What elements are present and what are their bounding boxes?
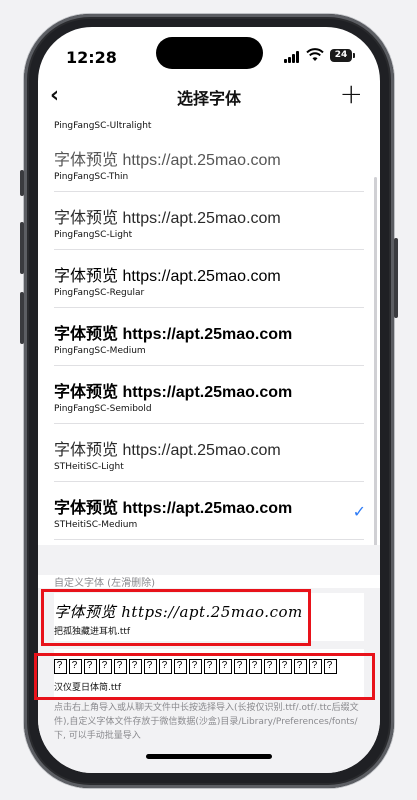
mute-switch	[20, 170, 24, 196]
font-list: 字体预览 https://apt.25mao.com PingFangSC-Thi…	[38, 134, 380, 540]
font-preview-text: 字体预览 https://apt.25mao.com	[54, 326, 293, 343]
font-name: PingFangSC-Medium	[54, 346, 146, 356]
font-row[interactable]: 字体预览 https://apt.25mao.com PingFangSC-Med…	[54, 308, 364, 366]
font-name: PingFangSC-Thin	[54, 172, 129, 182]
volume-down-button	[20, 292, 24, 344]
font-row[interactable]: 字体预览 https://apt.25mao.com PingFangSC-Reg…	[54, 250, 364, 308]
font-preview-text: 字体预览 https://apt.25mao.com	[54, 442, 281, 459]
cellular-signal-icon	[284, 51, 300, 63]
checkmark-icon: ✓	[352, 502, 366, 521]
custom-section-header: 自定义字体 (左滑删除)	[54, 578, 155, 589]
font-name: PingFangSC-Light	[54, 230, 133, 240]
highlight-box-handwritten-font	[41, 589, 311, 646]
home-indicator[interactable]	[146, 754, 272, 759]
font-row[interactable]: 字体预览 https://apt.25mao.com PingFangSC-Thi…	[54, 134, 364, 192]
navigation-bar: ‹ 选择字体 +	[38, 77, 380, 113]
highlight-box-tofu-font	[34, 653, 375, 700]
page-title: 选择字体	[176, 89, 241, 108]
dynamic-island	[156, 37, 263, 69]
power-button	[394, 238, 398, 318]
font-row[interactable]: 字体预览 https://apt.25mao.com PingFangSC-Lig…	[54, 192, 364, 250]
font-name: PingFangSC-Regular	[54, 288, 145, 298]
font-name: STHeitiSC-Light	[54, 462, 124, 472]
import-instructions: 点击右上角导入或从聊天文件中长按选择导入(长按仅识别.ttf/.otf/.ttc…	[54, 703, 359, 741]
font-row[interactable]: 字体预览 https://apt.25mao.com STHeitiSC-Ligh…	[54, 424, 364, 482]
section-separator	[38, 545, 380, 575]
plus-icon[interactable]: +	[340, 77, 363, 110]
font-preview-text: 字体预览 https://apt.25mao.com	[54, 500, 293, 517]
volume-up-button	[20, 222, 24, 274]
font-row[interactable]: 字体预览 https://apt.25mao.com STHeitiSC-Medi…	[54, 482, 366, 540]
font-preview-text: 字体预览 https://apt.25mao.com	[54, 152, 281, 169]
font-row[interactable]: 字体预览 https://apt.25mao.com PingFangSC-Sem…	[54, 366, 364, 424]
font-name-ultralight[interactable]: PingFangSC-Ultralight	[54, 121, 151, 131]
font-preview-text: 字体预览 https://apt.25mao.com	[54, 268, 281, 285]
scrollbar[interactable]	[374, 177, 377, 552]
status-time: 12:28	[66, 48, 117, 67]
font-name: STHeitiSC-Medium	[54, 520, 138, 530]
font-name: PingFangSC-Semibold	[54, 404, 152, 414]
font-preview-text: 字体预览 https://apt.25mao.com	[54, 210, 281, 227]
font-preview-text: 字体预览 https://apt.25mao.com	[54, 384, 293, 401]
battery-icon: 24	[330, 49, 355, 62]
wifi-icon	[306, 48, 324, 61]
